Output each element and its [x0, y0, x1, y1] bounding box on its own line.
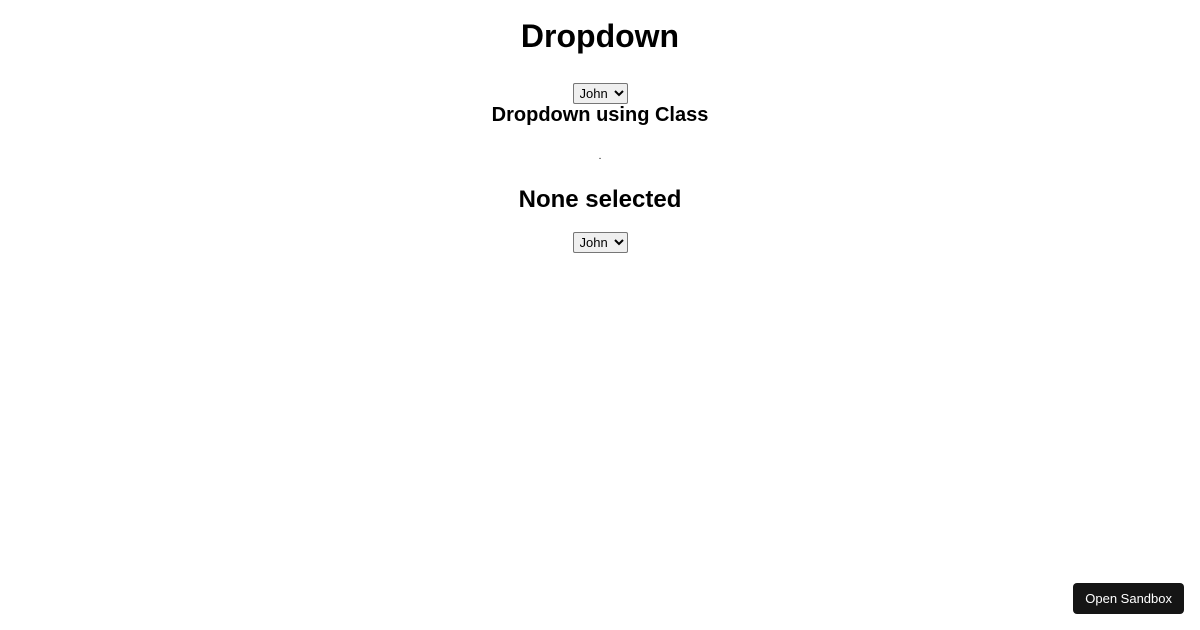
open-sandbox-button[interactable]: Open Sandbox — [1073, 583, 1184, 614]
heading-dropdown: Dropdown — [0, 18, 1200, 55]
heading-none-selected: None selected — [0, 186, 1200, 214]
dropdown-select-2[interactable]: John — [573, 232, 628, 253]
separator-dot: . — [0, 151, 1200, 162]
dropdown-select-1[interactable]: John — [573, 83, 628, 104]
heading-class: Dropdown using Class — [0, 104, 1200, 127]
main-container: Dropdown John Dropdown using Class . Non… — [0, 0, 1200, 253]
